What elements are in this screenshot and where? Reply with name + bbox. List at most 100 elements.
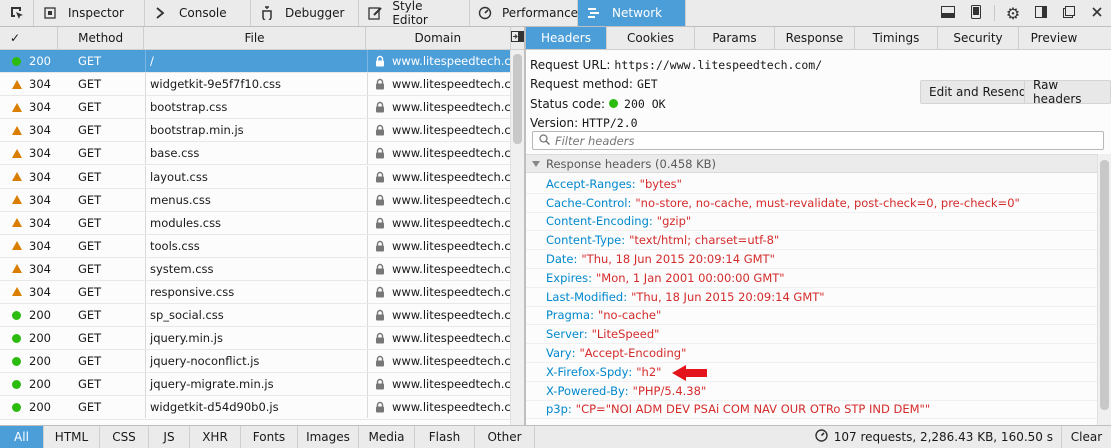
filter-flash-button[interactable]: Flash xyxy=(415,426,475,448)
request-row[interactable]: 304 GET modules.css www.litespeedtech.com xyxy=(0,211,524,235)
domain-text: www.litespeedtech.com xyxy=(392,192,513,207)
column-header-status[interactable]: ✓ xyxy=(0,27,58,49)
response-header-row[interactable]: X-Firefox-Spdy:h2 xyxy=(526,363,1097,382)
domain-cell: www.litespeedtech.com xyxy=(367,327,513,350)
request-row[interactable]: 304 GET bootstrap.min.js www.litespeedtech.… xyxy=(0,119,524,143)
filter-headers-box[interactable] xyxy=(532,131,1104,150)
network-summary: 107 requests, 2,286.43 KB, 160.50 s xyxy=(815,426,1053,448)
tab-timings[interactable]: Timings xyxy=(855,27,938,49)
filter-images-button[interactable]: Images xyxy=(298,426,359,448)
settings-button[interactable]: ⚙ xyxy=(999,0,1027,26)
filter-xhr-button[interactable]: XHR xyxy=(190,426,241,448)
split-console-button[interactable] xyxy=(934,0,962,26)
domain-text: www.litespeedtech.com xyxy=(392,377,513,392)
request-row[interactable]: 304 GET system.css www.litespeedtech.com xyxy=(0,257,524,281)
filter-other-button[interactable]: Other xyxy=(475,426,535,448)
performance-icon xyxy=(478,5,492,21)
header-colon: : xyxy=(648,214,653,229)
responsive-design-button[interactable] xyxy=(962,0,990,26)
tab-style-editor-label: Style Editor xyxy=(392,0,428,27)
response-header-row[interactable]: Cache-Control:no-store, no-cache, must-r… xyxy=(526,194,1097,213)
lock-icon xyxy=(374,147,386,159)
lock-icon xyxy=(374,55,386,67)
tab-performance[interactable]: Performance xyxy=(470,0,578,26)
filter-html-button[interactable]: HTML xyxy=(44,426,100,448)
status-cell: 200 xyxy=(0,308,58,322)
header-name: Server xyxy=(546,327,584,342)
response-header-row[interactable]: Date:Thu, 18 Jun 2015 20:09:14 GMT xyxy=(526,250,1097,269)
response-header-row[interactable]: Accept-Ranges: bytes xyxy=(526,175,1097,194)
tab-cookies[interactable]: Cookies xyxy=(607,27,695,49)
status-cell: 200 xyxy=(0,400,58,414)
request-row[interactable]: 304 GET layout.css www.litespeedtech.com xyxy=(0,165,524,189)
tab-style-editor[interactable]: Style Editor xyxy=(359,0,470,27)
request-row[interactable]: 304 GET bootstrap.css www.litespeedtech.com xyxy=(0,96,524,120)
request-row[interactable]: 304 GET base.css www.litespeedtech.com xyxy=(0,142,524,166)
tab-headers[interactable]: Headers xyxy=(526,27,607,49)
method-cell: GET xyxy=(78,100,102,115)
tab-inspector[interactable]: Inspector xyxy=(34,0,145,26)
column-header-method[interactable]: Method xyxy=(58,27,145,49)
request-row[interactable]: 200 GET widgetkit-d54d90b0.js www.litespeed… xyxy=(0,396,524,420)
element-picker-icon xyxy=(9,5,25,21)
toggle-details-button[interactable] xyxy=(511,27,524,49)
filter-fonts-button[interactable]: Fonts xyxy=(241,426,298,448)
request-row[interactable]: 200 GET jquery-migrate.min.js www.litespeed… xyxy=(0,373,524,397)
request-row[interactable]: 304 GET responsive.css www.litespeedtech.co… xyxy=(0,280,524,305)
details-scrollbar[interactable] xyxy=(1097,154,1111,425)
details-scrollbar-thumb[interactable] xyxy=(1100,160,1109,410)
response-header-row[interactable]: Server: LiteSpeed xyxy=(526,325,1097,345)
tab-response[interactable]: Response xyxy=(775,27,855,49)
raw-headers-button[interactable]: Raw headers xyxy=(1024,78,1111,106)
status-redirect-icon xyxy=(12,172,22,182)
response-headers-section-toggle[interactable]: Response headers (0.458 KB) xyxy=(526,154,1097,173)
header-colon: : xyxy=(573,252,578,267)
response-header-row[interactable]: Last-Modified:Thu, 18 Jun 2015 20:09:14 … xyxy=(526,288,1097,307)
request-row[interactable]: 304 GET menus.css www.litespeedtech.com xyxy=(0,188,524,212)
response-header-row[interactable]: X-Powered-By: PHP/5.4.38 xyxy=(526,382,1097,401)
method-cell: GET xyxy=(78,192,102,207)
tab-performance-label: Performance xyxy=(502,6,579,20)
undock-button[interactable] xyxy=(1055,0,1083,26)
tab-security[interactable]: Security xyxy=(938,27,1019,49)
status-cell: 304 xyxy=(0,123,58,137)
header-colon: : xyxy=(621,233,626,248)
element-picker-button[interactable] xyxy=(0,0,34,26)
response-header-row[interactable]: p3p: CP="NOI ADM DEV PSAi COM NAV OUR OTR… xyxy=(526,401,1097,420)
request-row[interactable]: 200 GET jquery-noconflict.js www.litespeedt… xyxy=(0,350,524,374)
tab-preview[interactable]: Preview xyxy=(1019,27,1089,49)
request-row[interactable]: 304 GET widgetkit-9e5f7f10.css www.litespee… xyxy=(0,73,524,97)
filter-js-button[interactable]: JS xyxy=(149,426,190,448)
filter-headers-input[interactable] xyxy=(555,133,1075,148)
status-redirect-icon xyxy=(12,218,22,228)
version-value: HTTP/2.0 xyxy=(582,116,638,131)
request-row[interactable]: 200 GET / www.litespeedtech.com xyxy=(0,50,524,74)
status-ok-icon xyxy=(12,356,21,366)
response-header-row[interactable]: Content-Type:text/html; charset=utf-8 xyxy=(526,231,1097,251)
response-header-row[interactable]: Content-Encoding: gzip xyxy=(526,213,1097,232)
dock-side-button[interactable] xyxy=(1027,0,1055,26)
tab-console[interactable]: Console xyxy=(145,0,251,26)
tab-params[interactable]: Params xyxy=(695,27,775,49)
requests-scrollbar[interactable] xyxy=(510,50,524,425)
edit-and-resend-button[interactable]: Edit and Resend xyxy=(920,80,1036,104)
response-header-row[interactable]: Expires: Mon, 1 Jan 2001 00:00:00 GMT xyxy=(526,269,1097,288)
performance-analysis-icon[interactable] xyxy=(815,429,828,445)
response-header-row[interactable]: Vary:Accept-Encoding xyxy=(526,344,1097,363)
tab-debugger[interactable]: Debugger xyxy=(251,0,359,26)
tab-network[interactable]: Network xyxy=(578,0,686,26)
requests-scrollbar-thumb[interactable] xyxy=(513,54,522,144)
filter-css-button[interactable]: CSS xyxy=(100,426,149,448)
response-header-row[interactable]: Pragma: no-cache xyxy=(526,307,1097,326)
request-row[interactable]: 304 GET tools.css www.litespeedtech.com xyxy=(0,234,524,258)
filter-all-button[interactable]: All xyxy=(0,426,44,448)
file-cell: sp_social.css xyxy=(145,304,367,327)
column-header-file[interactable]: File xyxy=(144,27,366,49)
filter-media-button[interactable]: Media xyxy=(359,426,415,448)
close-toolbox-button[interactable] xyxy=(1083,0,1111,26)
request-row[interactable]: 200 GET jquery.min.js www.litespeedtech.com xyxy=(0,327,524,351)
domain-cell: www.litespeedtech.com xyxy=(367,142,513,165)
request-row[interactable]: 200 GET sp_social.css www.litespeedtech.com xyxy=(0,304,524,328)
clear-button[interactable]: Clear xyxy=(1061,426,1111,448)
column-header-domain[interactable]: Domain xyxy=(366,27,511,49)
